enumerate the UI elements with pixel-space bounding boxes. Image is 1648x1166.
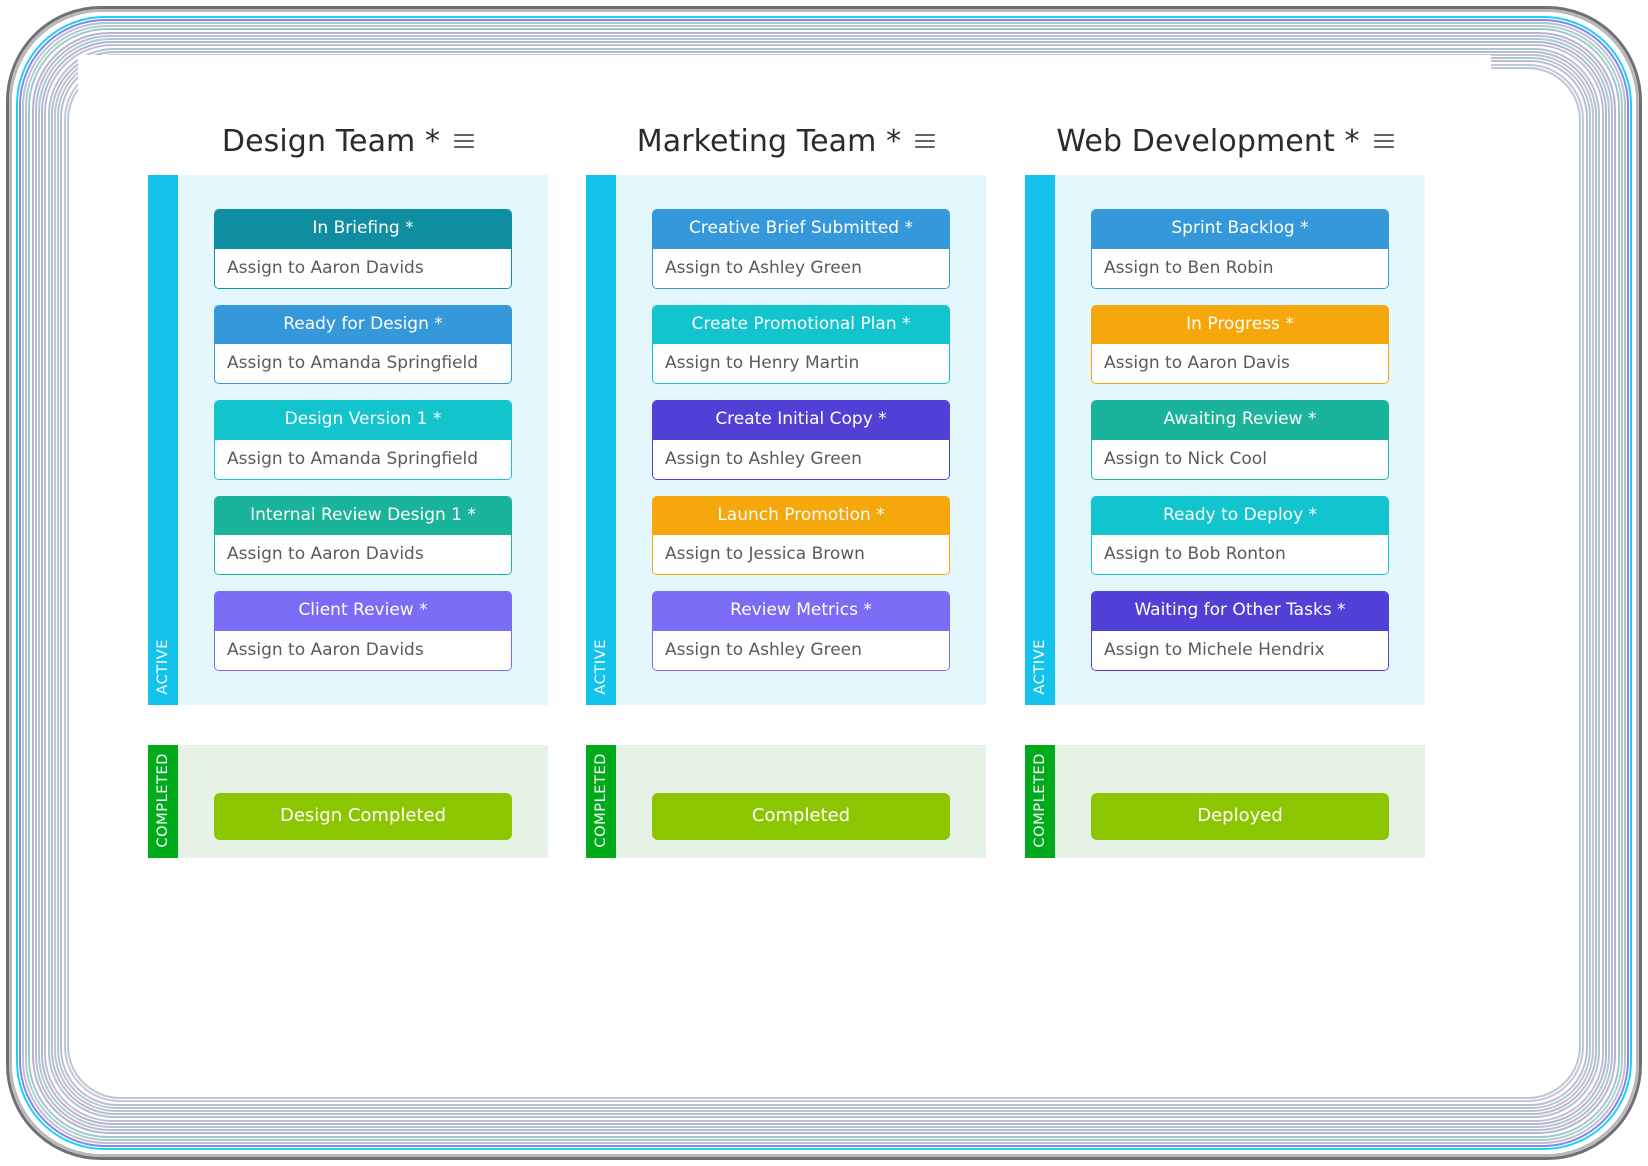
stage-card[interactable]: Internal Review Design 1 *Assign to Aaro… bbox=[214, 496, 512, 576]
section-gap bbox=[148, 705, 548, 745]
stage-card[interactable]: In Progress *Assign to Aaron Davis bbox=[1091, 305, 1389, 385]
active-card-list: In Briefing *Assign to Aaron DavidsReady… bbox=[178, 175, 548, 705]
column-header: Design Team * bbox=[148, 55, 548, 175]
stage-card-assignee[interactable]: Assign to Ashley Green bbox=[653, 440, 949, 479]
stage-card[interactable]: Awaiting Review *Assign to Nick Cool bbox=[1091, 400, 1389, 480]
completed-card-list: Completed bbox=[616, 745, 986, 858]
stage-card[interactable]: Design Version 1 *Assign to Amanda Sprin… bbox=[214, 400, 512, 480]
completed-stage-button[interactable]: Design Completed bbox=[214, 793, 512, 840]
completed-section: COMPLETED Design Completed bbox=[148, 745, 548, 858]
stage-card-assignee[interactable]: Assign to Aaron Davids bbox=[215, 249, 511, 288]
active-section-tab: ACTIVE bbox=[586, 175, 616, 705]
active-card-list: Sprint Backlog *Assign to Ben Robin In Pr… bbox=[1055, 175, 1425, 705]
stage-card-assignee[interactable]: Assign to Ashley Green bbox=[653, 631, 949, 670]
active-section-label: ACTIVE bbox=[1032, 639, 1048, 695]
stage-card-assignee[interactable]: Assign to Jessica Brown bbox=[653, 535, 949, 574]
active-section: ACTIVE Sprint Backlog *Assign to Ben Robi… bbox=[1025, 175, 1425, 705]
stage-card-title[interactable]: Launch Promotion * bbox=[653, 497, 949, 536]
stage-card[interactable]: Creative Brief Submitted *Assign to Ashl… bbox=[652, 209, 950, 289]
stage-card-title[interactable]: Waiting for Other Tasks * bbox=[1092, 592, 1388, 631]
active-card-list: Creative Brief Submitted *Assign to Ashl… bbox=[616, 175, 986, 705]
stage-card[interactable]: In Briefing *Assign to Aaron Davids bbox=[214, 209, 512, 289]
active-section: ACTIVECreative Brief Submitted *Assign t… bbox=[586, 175, 986, 705]
stage-card-title[interactable]: Awaiting Review * bbox=[1092, 401, 1388, 440]
completed-section: COMPLETED Completed bbox=[586, 745, 986, 858]
stage-card[interactable]: Waiting for Other Tasks *Assign to Miche… bbox=[1091, 591, 1389, 671]
stage-card-assignee[interactable]: Assign to Bob Ronton bbox=[1092, 535, 1388, 574]
completed-section-tab: COMPLETED bbox=[586, 745, 616, 858]
active-section-tab: ACTIVE bbox=[1025, 175, 1055, 705]
completed-section-label: COMPLETED bbox=[593, 753, 609, 848]
stage-card-title[interactable]: In Progress * bbox=[1092, 306, 1388, 345]
completed-stage-button[interactable]: Completed bbox=[652, 793, 950, 840]
completed-top-spacer bbox=[178, 745, 548, 777]
completed-section-tab: COMPLETED bbox=[148, 745, 178, 858]
section-gap bbox=[1025, 705, 1425, 745]
completed-card-list: Design Completed bbox=[178, 745, 548, 858]
stage-card-title[interactable]: Create Initial Copy * bbox=[653, 401, 949, 440]
stage-card-title[interactable]: Internal Review Design 1 * bbox=[215, 497, 511, 536]
board-column: Design Team *ACTIVEIn Briefing *Assign t… bbox=[148, 55, 548, 858]
completed-top-spacer bbox=[1055, 745, 1425, 777]
stage-card-title[interactable]: In Briefing * bbox=[215, 210, 511, 249]
stage-card-title[interactable]: Review Metrics * bbox=[653, 592, 949, 631]
hamburger-menu-icon[interactable] bbox=[454, 134, 474, 148]
stage-card-assignee[interactable]: Assign to Michele Hendrix bbox=[1092, 631, 1388, 670]
column-header: Marketing Team * bbox=[586, 55, 986, 175]
section-gap bbox=[586, 705, 986, 745]
stage-card[interactable]: Review Metrics *Assign to Ashley Green bbox=[652, 591, 950, 671]
completed-section: COMPLETED Deployed bbox=[1025, 745, 1425, 858]
stage-card-title[interactable]: Ready for Design * bbox=[215, 306, 511, 345]
stage-card-assignee[interactable]: Assign to Aaron Davis bbox=[1092, 344, 1388, 383]
kanban-board: Design Team *ACTIVEIn Briefing *Assign t… bbox=[78, 55, 1491, 1000]
stage-card-assignee[interactable]: Assign to Ben Robin bbox=[1092, 249, 1388, 288]
active-section-label: ACTIVE bbox=[593, 639, 609, 695]
stage-card[interactable]: Client Review *Assign to Aaron Davids bbox=[214, 591, 512, 671]
stage-card[interactable]: Create Initial Copy *Assign to Ashley Gr… bbox=[652, 400, 950, 480]
completed-stage-button[interactable]: Deployed bbox=[1091, 793, 1389, 840]
stage-card-assignee[interactable]: Assign to Amanda Springfield bbox=[215, 440, 511, 479]
stage-card-assignee[interactable]: Assign to Nick Cool bbox=[1092, 440, 1388, 479]
stage-card[interactable]: Create Promotional Plan *Assign to Henry… bbox=[652, 305, 950, 385]
hamburger-menu-icon[interactable] bbox=[1374, 134, 1394, 148]
column-title: Design Team * bbox=[222, 124, 440, 159]
hamburger-menu-icon[interactable] bbox=[915, 134, 935, 148]
active-section-label: ACTIVE bbox=[155, 639, 171, 695]
stage-card-assignee[interactable]: Assign to Henry Martin bbox=[653, 344, 949, 383]
completed-section-label: COMPLETED bbox=[1032, 753, 1048, 848]
stage-card-assignee[interactable]: Assign to Aaron Davids bbox=[215, 631, 511, 670]
stage-card-title[interactable]: Sprint Backlog * bbox=[1092, 210, 1388, 249]
completed-section-tab: COMPLETED bbox=[1025, 745, 1055, 858]
stage-card[interactable]: Sprint Backlog *Assign to Ben Robin bbox=[1091, 209, 1389, 289]
stage-card[interactable]: Launch Promotion *Assign to Jessica Brow… bbox=[652, 496, 950, 576]
active-section: ACTIVEIn Briefing *Assign to Aaron David… bbox=[148, 175, 548, 705]
stage-card-title[interactable]: Client Review * bbox=[215, 592, 511, 631]
completed-card-list: Deployed bbox=[1055, 745, 1425, 858]
column-title: Marketing Team * bbox=[637, 124, 901, 159]
board-column: Web Development *ACTIVESprint Backlog *A… bbox=[1025, 55, 1425, 858]
stage-card-title[interactable]: Design Version 1 * bbox=[215, 401, 511, 440]
stage-card[interactable]: Ready for Design *Assign to Amanda Sprin… bbox=[214, 305, 512, 385]
completed-section-label: COMPLETED bbox=[155, 753, 171, 848]
stage-card-assignee[interactable]: Assign to Ashley Green bbox=[653, 249, 949, 288]
stage-card-title[interactable]: Create Promotional Plan * bbox=[653, 306, 949, 345]
page-canvas: Design Team *ACTIVEIn Briefing *Assign t… bbox=[78, 55, 1491, 1000]
column-title: Web Development * bbox=[1056, 124, 1359, 159]
stage-card-assignee[interactable]: Assign to Amanda Springfield bbox=[215, 344, 511, 383]
completed-top-spacer bbox=[616, 745, 986, 777]
active-section-tab: ACTIVE bbox=[148, 175, 178, 705]
board-column: Marketing Team * ACTIVE Creative Brief Sub… bbox=[586, 55, 986, 858]
stage-card-title[interactable]: Creative Brief Submitted * bbox=[653, 210, 949, 249]
stage-card[interactable]: Ready to Deploy *Assign to Bob Ronton bbox=[1091, 496, 1389, 576]
column-header: Web Development * bbox=[1025, 55, 1425, 175]
stage-card-assignee[interactable]: Assign to Aaron Davids bbox=[215, 535, 511, 574]
stage-card-title[interactable]: Ready to Deploy * bbox=[1092, 497, 1388, 536]
